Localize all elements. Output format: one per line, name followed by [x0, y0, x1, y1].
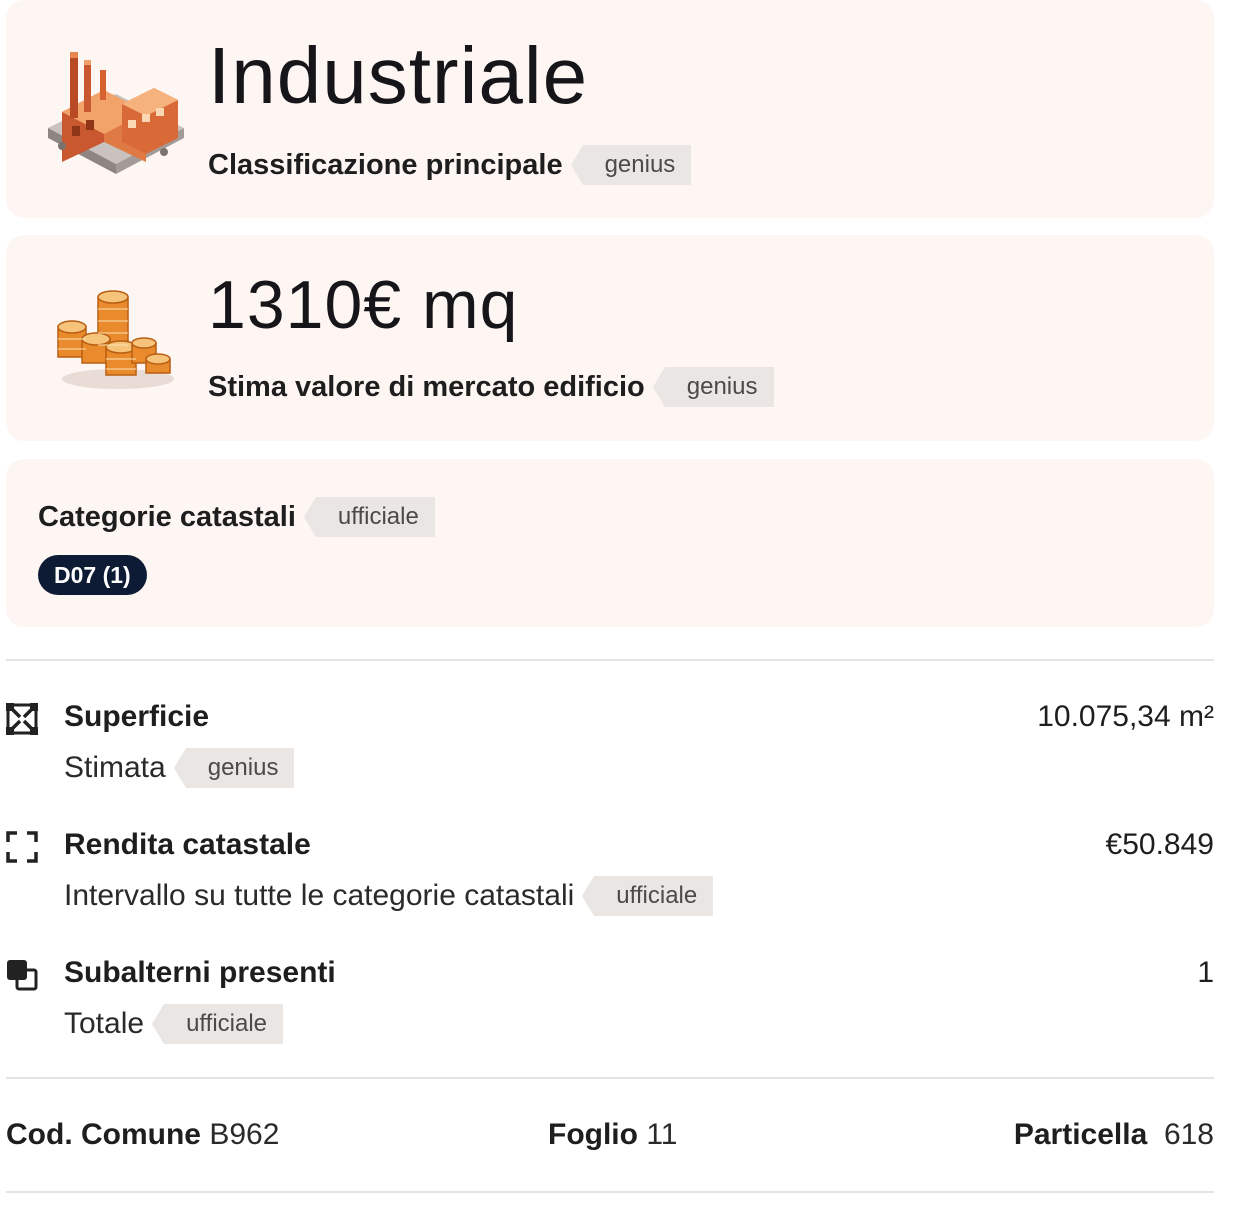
- classification-title: Industriale: [208, 31, 589, 120]
- market-value-subline: Stima valore di mercato edificio genius: [208, 367, 774, 407]
- detail-subline: Intervallo su tutte le categorie catasta…: [64, 876, 714, 916]
- detail-title: Rendita catastale: [64, 828, 311, 861]
- classification-label: Classificazione principale: [208, 148, 563, 181]
- detail-subtitle: Totale: [64, 1007, 145, 1040]
- footer-comune: Cod. Comune B962: [6, 1118, 279, 1152]
- divider: [6, 1191, 1214, 1193]
- cadastral-categories-header: Categorie catastali ufficiale: [38, 497, 435, 537]
- source-tag: genius: [570, 145, 692, 185]
- detail-title: Superficie: [64, 700, 210, 733]
- coins-illustration: [57, 290, 174, 389]
- expand-corners-icon: [6, 831, 38, 863]
- detail-value: €50.849: [1105, 828, 1214, 861]
- factory-illustration: [48, 52, 184, 174]
- footer-comune-label: Cod. Comune: [6, 1118, 201, 1151]
- footer-foglio-value: 11: [646, 1118, 678, 1151]
- cadastral-categories-card: Categorie catastali ufficiale D07 (1): [6, 459, 1214, 627]
- footer-foglio-label: Foglio: [548, 1118, 638, 1151]
- footer-particella-value: 618: [1163, 1118, 1214, 1151]
- footer-foglio: Foglio 11: [548, 1118, 677, 1152]
- market-value-title: 1310€ mq: [208, 267, 519, 343]
- source-tag: ufficiale: [152, 1004, 284, 1044]
- market-value-label: Stima valore di mercato edificio: [208, 370, 645, 403]
- detail-value: 10.075,34 m²: [1037, 700, 1214, 733]
- source-tag: ufficiale: [582, 876, 714, 916]
- category-chip[interactable]: D07 (1): [38, 555, 147, 595]
- classification-card: Industriale Classificazione principale g…: [6, 0, 1214, 218]
- detail-value: 1: [1197, 956, 1214, 989]
- source-tag: genius: [652, 367, 774, 407]
- footer-particella-label: Particella: [1013, 1118, 1148, 1151]
- market-value-card: 1310€ mq Stima valore di mercato edifici…: [6, 235, 1214, 441]
- detail-title: Subalterni presenti: [64, 956, 336, 989]
- detail-subline: Stimata genius: [64, 748, 295, 788]
- detail-subtitle: Intervallo su tutte le categorie catasta…: [64, 879, 575, 912]
- footer-particella: Particella 618: [1014, 1118, 1214, 1152]
- cadastral-categories-label: Categorie catastali: [38, 500, 296, 533]
- classification-subline: Classificazione principale genius: [208, 145, 692, 185]
- source-tag: ufficiale: [303, 497, 435, 537]
- source-tag: genius: [173, 748, 295, 788]
- layers-copy-icon: [7, 960, 38, 991]
- resize-arrows-icon: [6, 703, 38, 735]
- footer-comune-value: B962: [209, 1118, 280, 1151]
- detail-subtitle: Stimata: [64, 751, 166, 784]
- detail-subline: Totale ufficiale: [64, 1004, 284, 1044]
- divider: [6, 659, 1214, 661]
- divider: [6, 1077, 1214, 1079]
